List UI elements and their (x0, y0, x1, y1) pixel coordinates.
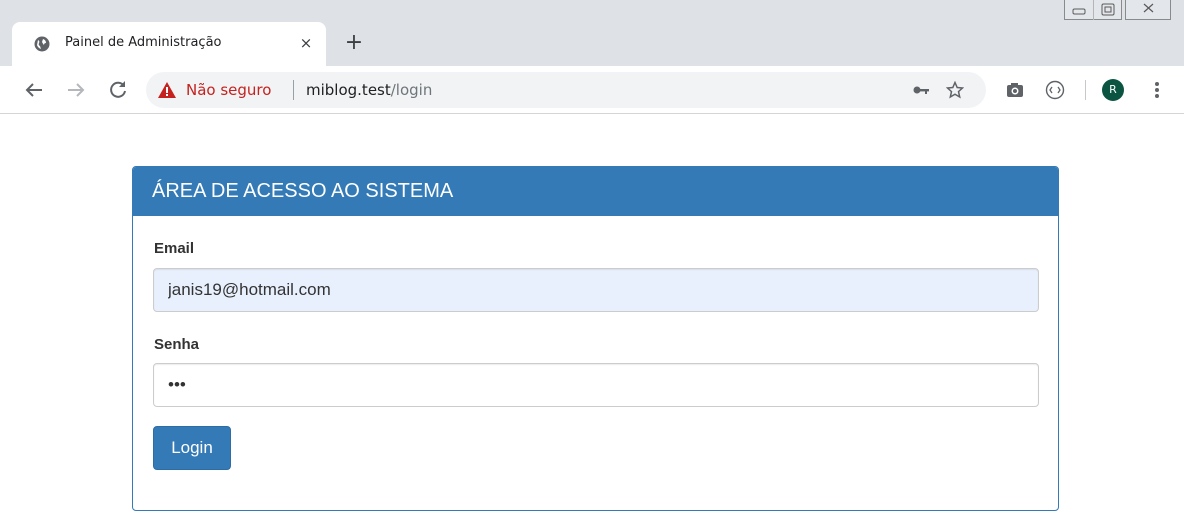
star-icon[interactable] (946, 81, 964, 99)
password-label: Senha (154, 336, 200, 353)
new-tab-button[interactable]: + (342, 31, 366, 55)
close-tab-icon[interactable]: × (296, 33, 316, 53)
panel-heading: ÁREA DE ACESSO AO SISTEMA (133, 167, 1058, 216)
maximize-icon (1101, 3, 1115, 16)
camera-icon[interactable] (1004, 79, 1026, 101)
back-arrow-icon[interactable] (22, 78, 46, 102)
minimize-button[interactable] (1065, 0, 1093, 20)
address-divider (293, 80, 294, 100)
tab-title: Painel de Administração (65, 35, 222, 50)
url-host: miblog.test (306, 81, 391, 99)
login-button[interactable]: Login (153, 426, 231, 470)
profile-avatar[interactable]: R (1102, 79, 1124, 101)
reload-icon[interactable] (106, 78, 130, 102)
url-path: /login (390, 81, 433, 99)
email-field[interactable] (153, 268, 1039, 312)
close-window-button[interactable] (1126, 0, 1172, 20)
forward-arrow-icon[interactable] (64, 78, 88, 102)
url-text[interactable]: miblog.test/login (306, 81, 432, 99)
window-controls (1064, 0, 1122, 20)
globe-icon (34, 36, 50, 52)
email-label: Email (154, 240, 195, 257)
extension-icon[interactable] (1044, 79, 1066, 101)
browser-tab[interactable]: Painel de Administração × (12, 22, 326, 66)
close-window-icon (1143, 3, 1154, 13)
maximize-button[interactable] (1093, 0, 1121, 20)
key-icon[interactable] (912, 81, 930, 99)
address-bar[interactable]: Não seguro miblog.test/login (146, 72, 986, 108)
browser-toolbar: Não seguro miblog.test/login R (0, 66, 1184, 114)
tab-strip: Painel de Administração × + (0, 0, 1184, 66)
toolbar-divider (1085, 80, 1086, 100)
password-field[interactable] (153, 363, 1039, 407)
login-panel: ÁREA DE ACESSO AO SISTEMA Email Senha Lo… (132, 166, 1059, 511)
minimize-icon (1072, 8, 1086, 15)
more-menu-icon[interactable] (1150, 78, 1164, 102)
close-window-control (1125, 0, 1171, 20)
warning-icon (158, 82, 176, 98)
security-status[interactable]: Não seguro (186, 81, 271, 99)
